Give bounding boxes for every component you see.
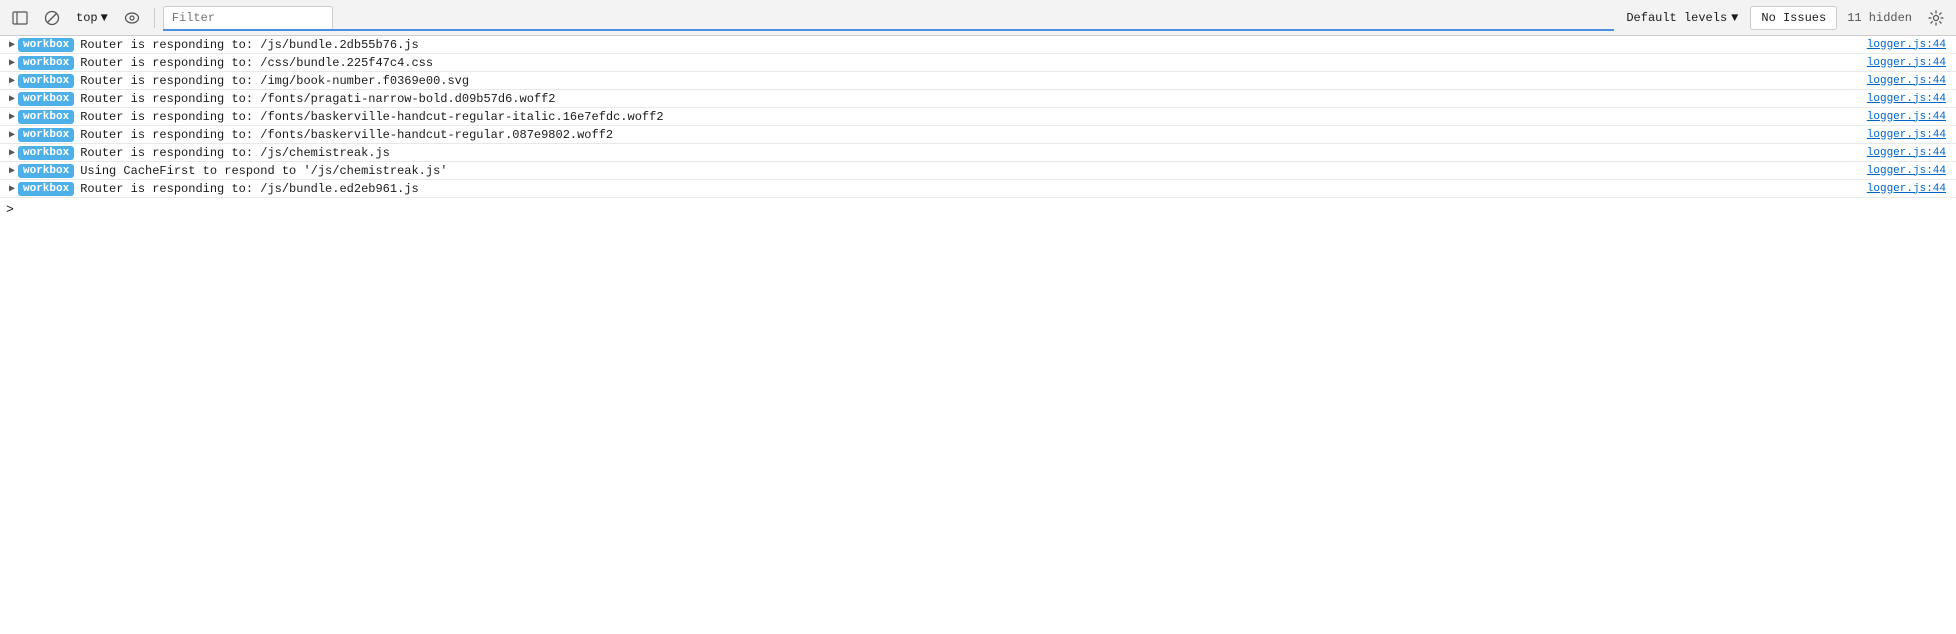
- log-message: Router is responding to: /js/bundle.2db5…: [80, 38, 1867, 52]
- expand-arrow-icon[interactable]: ▶: [0, 75, 18, 87]
- context-label: top: [76, 11, 98, 25]
- expand-arrow-icon[interactable]: ▶: [0, 93, 18, 105]
- workbox-badge: workbox: [18, 110, 74, 124]
- expand-arrow-icon[interactable]: ▶: [0, 39, 18, 51]
- log-source-link[interactable]: logger.js:44: [1867, 111, 1956, 123]
- expand-arrow-icon[interactable]: ▶: [0, 129, 18, 141]
- filter-input[interactable]: [163, 6, 333, 30]
- log-source-link[interactable]: logger.js:44: [1867, 147, 1956, 159]
- log-source-link[interactable]: logger.js:44: [1867, 93, 1956, 105]
- hidden-count-label: 11 hidden: [1841, 11, 1918, 25]
- log-source-link[interactable]: logger.js:44: [1867, 75, 1956, 87]
- log-source-link[interactable]: logger.js:44: [1867, 57, 1956, 69]
- console-cursor-row: >: [0, 198, 1956, 220]
- log-row[interactable]: ▶ workbox Router is responding to: /font…: [0, 90, 1956, 108]
- workbox-badge: workbox: [18, 164, 74, 178]
- log-message: Router is responding to: /fonts/baskervi…: [80, 110, 1867, 124]
- log-row[interactable]: ▶ workbox Router is responding to: /font…: [0, 126, 1956, 144]
- log-message: Router is responding to: /fonts/pragati-…: [80, 92, 1867, 106]
- log-row[interactable]: ▶ workbox Using CacheFirst to respond to…: [0, 162, 1956, 180]
- devtools-toolbar: top ▼ Default levels ▼ No Issues 11 hidd…: [0, 0, 1956, 36]
- expand-arrow-icon[interactable]: ▶: [0, 57, 18, 69]
- console-log-list: ▶ workbox Router is responding to: /js/b…: [0, 36, 1956, 198]
- log-row[interactable]: ▶ workbox Router is responding to: /js/b…: [0, 36, 1956, 54]
- workbox-badge: workbox: [18, 146, 74, 160]
- log-row[interactable]: ▶ workbox Router is responding to: /css/…: [0, 54, 1956, 72]
- workbox-badge: workbox: [18, 128, 74, 142]
- log-message: Router is responding to: /js/chemistreak…: [80, 146, 1867, 160]
- clear-log-button[interactable]: [38, 6, 66, 30]
- workbox-badge: workbox: [18, 92, 74, 106]
- log-message: Router is responding to: /css/bundle.225…: [80, 56, 1867, 70]
- no-issues-label: No Issues: [1761, 11, 1826, 25]
- toolbar-separator: [154, 8, 155, 28]
- log-row[interactable]: ▶ workbox Router is responding to: /js/b…: [0, 180, 1956, 198]
- eye-icon-button[interactable]: [118, 6, 146, 30]
- log-row[interactable]: ▶ workbox Router is responding to: /img/…: [0, 72, 1956, 90]
- log-message: Router is responding to: /fonts/baskervi…: [80, 128, 1867, 142]
- default-levels-label: Default levels: [1626, 11, 1727, 25]
- context-dropdown[interactable]: top ▼: [70, 9, 114, 27]
- no-issues-button[interactable]: No Issues: [1750, 6, 1837, 30]
- log-message: Router is responding to: /js/bundle.ed2e…: [80, 182, 1867, 196]
- chevron-down-icon: ▼: [101, 11, 108, 25]
- workbox-badge: workbox: [18, 74, 74, 88]
- cursor-caret-icon: >: [6, 202, 14, 217]
- log-source-link[interactable]: logger.js:44: [1867, 183, 1956, 195]
- panel-toggle-button[interactable]: [6, 6, 34, 30]
- workbox-badge: workbox: [18, 56, 74, 70]
- settings-button[interactable]: [1922, 6, 1950, 30]
- log-row[interactable]: ▶ workbox Router is responding to: /js/c…: [0, 144, 1956, 162]
- workbox-badge: workbox: [18, 38, 74, 52]
- log-message: Router is responding to: /img/book-numbe…: [80, 74, 1867, 88]
- workbox-badge: workbox: [18, 182, 74, 196]
- log-message: Using CacheFirst to respond to '/js/chem…: [80, 164, 1867, 178]
- log-source-link[interactable]: logger.js:44: [1867, 129, 1956, 141]
- expand-arrow-icon[interactable]: ▶: [0, 147, 18, 159]
- expand-arrow-icon[interactable]: ▶: [0, 111, 18, 123]
- log-source-link[interactable]: logger.js:44: [1867, 39, 1956, 51]
- default-levels-dropdown[interactable]: Default levels ▼: [1618, 6, 1746, 30]
- levels-chevron-icon: ▼: [1731, 11, 1738, 25]
- log-row[interactable]: ▶ workbox Router is responding to: /font…: [0, 108, 1956, 126]
- filter-wrapper: [163, 6, 1615, 30]
- expand-arrow-icon[interactable]: ▶: [0, 183, 18, 195]
- log-source-link[interactable]: logger.js:44: [1867, 165, 1956, 177]
- expand-arrow-icon[interactable]: ▶: [0, 165, 18, 177]
